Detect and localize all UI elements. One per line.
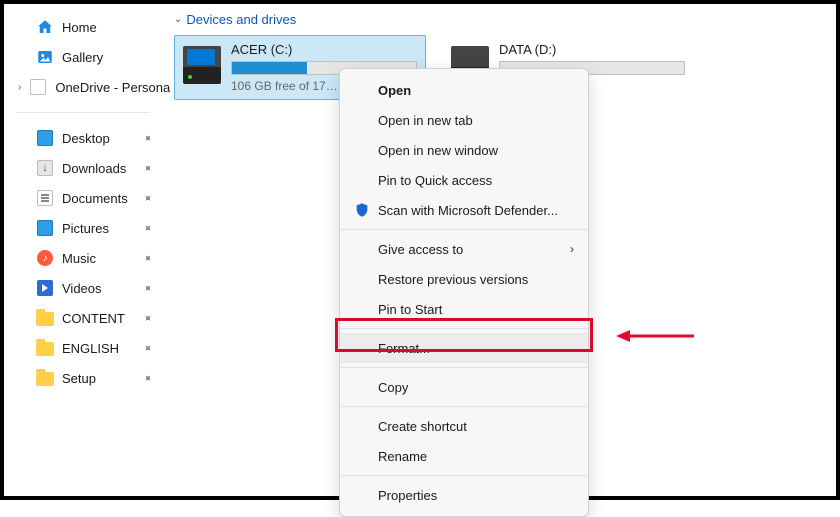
sidebar: Home Gallery › OneDrive - Persona Deskto…	[4, 4, 162, 496]
sidebar-gallery-label: Gallery	[62, 50, 103, 65]
menu-give-access[interactable]: Give access to ›	[340, 234, 588, 264]
menu-pin-start[interactable]: Pin to Start	[340, 294, 588, 324]
sidebar-item-label: Music	[62, 251, 96, 266]
file-icon	[29, 78, 47, 96]
sidebar-item-label: Downloads	[62, 161, 126, 176]
menu-open[interactable]: Open	[340, 75, 588, 105]
pin-icon: ✦	[140, 160, 156, 176]
drive-icon	[183, 46, 221, 84]
sidebar-item-content[interactable]: CONTENT ✦	[4, 303, 162, 333]
chevron-down-icon: ⌄	[174, 14, 182, 25]
chevron-right-icon: ›	[18, 82, 21, 93]
menu-open-new-window[interactable]: Open in new window	[340, 135, 588, 165]
music-icon	[36, 249, 54, 267]
chevron-right-icon: ›	[570, 242, 574, 256]
sidebar-item-label: Videos	[62, 281, 102, 296]
drive-name: ACER (C:)	[231, 42, 417, 61]
folder-icon	[36, 369, 54, 387]
sidebar-item-label: Pictures	[62, 221, 109, 236]
home-icon	[36, 18, 54, 36]
pin-icon: ✦	[140, 280, 156, 296]
folder-icon	[36, 339, 54, 357]
menu-separator	[340, 406, 588, 407]
sidebar-onedrive-label: OneDrive - Persona	[55, 80, 170, 95]
downloads-icon	[36, 159, 54, 177]
sidebar-item-downloads[interactable]: Downloads ✦	[4, 153, 162, 183]
pin-icon: ✦	[140, 220, 156, 236]
pin-icon: ✦	[140, 310, 156, 326]
desktop-icon	[36, 129, 54, 147]
pin-icon: ✦	[140, 340, 156, 356]
context-menu: Open Open in new tab Open in new window …	[339, 68, 589, 517]
menu-copy[interactable]: Copy	[340, 372, 588, 402]
menu-rename[interactable]: Rename	[340, 441, 588, 471]
videos-icon	[36, 279, 54, 297]
pin-icon: ✦	[140, 250, 156, 266]
sidebar-item-label: Documents	[62, 191, 128, 206]
menu-create-shortcut[interactable]: Create shortcut	[340, 411, 588, 441]
menu-properties[interactable]: Properties	[340, 480, 588, 510]
pin-icon: ✦	[140, 190, 156, 206]
sidebar-item-music[interactable]: Music ✦	[4, 243, 162, 273]
sidebar-item-label: Setup	[62, 371, 96, 386]
shield-icon	[354, 202, 370, 218]
sidebar-item-setup[interactable]: Setup ✦	[4, 363, 162, 393]
menu-separator	[340, 475, 588, 476]
menu-restore-versions[interactable]: Restore previous versions	[340, 264, 588, 294]
pin-icon: ✦	[140, 370, 156, 386]
pin-icon: ✦	[140, 130, 156, 146]
menu-scan-defender[interactable]: Scan with Microsoft Defender...	[340, 195, 588, 225]
drive-name: DATA (D:)	[499, 42, 685, 61]
sidebar-gallery[interactable]: Gallery	[4, 42, 162, 72]
sidebar-item-label: Desktop	[62, 131, 110, 146]
menu-open-new-tab[interactable]: Open in new tab	[340, 105, 588, 135]
section-title: Devices and drives	[186, 12, 296, 27]
sidebar-item-english[interactable]: ENGLISH ✦	[4, 333, 162, 363]
menu-format[interactable]: Format...	[340, 333, 588, 363]
folder-icon	[36, 309, 54, 327]
sidebar-item-videos[interactable]: Videos ✦	[4, 273, 162, 303]
sidebar-home[interactable]: Home	[4, 12, 162, 42]
gallery-icon	[36, 48, 54, 66]
sidebar-item-label: CONTENT	[62, 311, 125, 326]
sidebar-item-documents[interactable]: Documents ✦	[4, 183, 162, 213]
sidebar-item-pictures[interactable]: Pictures ✦	[4, 213, 162, 243]
menu-separator	[340, 229, 588, 230]
documents-icon	[36, 189, 54, 207]
sidebar-onedrive[interactable]: › OneDrive - Persona	[4, 72, 162, 102]
menu-separator	[340, 367, 588, 368]
menu-pin-quick-access[interactable]: Pin to Quick access	[340, 165, 588, 195]
sidebar-divider	[16, 112, 150, 113]
sidebar-item-label: ENGLISH	[62, 341, 119, 356]
menu-separator	[340, 328, 588, 329]
section-header-devices[interactable]: ⌄ Devices and drives	[174, 12, 824, 35]
sidebar-item-desktop[interactable]: Desktop ✦	[4, 123, 162, 153]
sidebar-home-label: Home	[62, 20, 97, 35]
pictures-icon	[36, 219, 54, 237]
